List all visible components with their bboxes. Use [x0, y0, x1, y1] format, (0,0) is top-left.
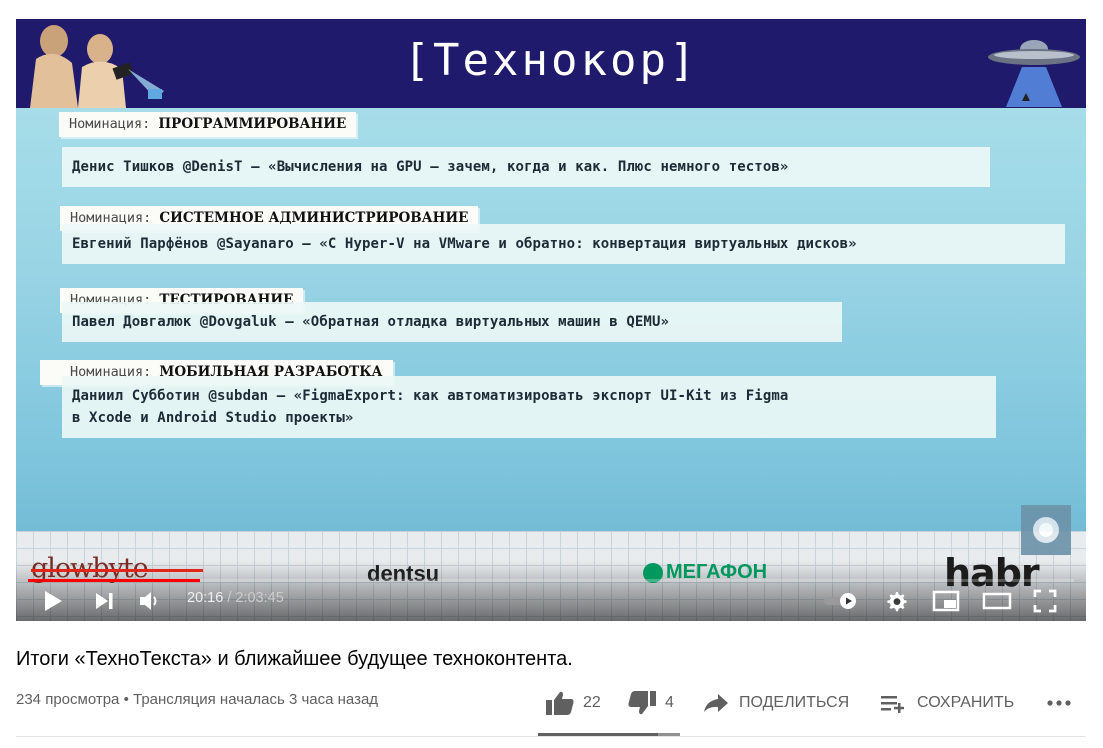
ufo-icon: [988, 40, 1080, 107]
like-button[interactable]: 22: [545, 685, 601, 721]
fullscreen-button[interactable]: [1033, 581, 1061, 621]
miniplayer-button[interactable]: [932, 581, 962, 621]
next-icon: [96, 593, 113, 609]
thumbs-up-icon: [546, 691, 574, 715]
theater-mode-button[interactable]: [982, 581, 1014, 621]
progress-overlap-line: [31, 569, 203, 572]
miniplayer-icon: [932, 590, 960, 612]
slide-title: [Технокор]: [403, 35, 699, 86]
like-dislike-ratio-bar: [538, 733, 680, 736]
nomination-entry: Даниил Субботин @subdan — «FigmaExport: …: [62, 376, 996, 438]
dislike-count: 4: [665, 694, 674, 711]
nomination-entry: Денис Тишков @DenisT — «Вычисления на GP…: [62, 147, 990, 187]
theater-icon: [982, 592, 1012, 610]
nomination-entry: Павел Довгалюк @Dovgaluk — «Обратная отл…: [62, 302, 842, 342]
divider: [16, 736, 1086, 737]
share-button[interactable]: ПОДЕЛИТЬСЯ: [703, 685, 849, 721]
autoplay-toggle-icon: [824, 593, 856, 609]
watermark-icon: [1033, 517, 1059, 543]
nomination-entry-line: Даниил Субботин @subdan — «FigmaExport: …: [72, 388, 789, 404]
next-button[interactable]: [94, 581, 124, 621]
slide-header: [Технокор]: [16, 19, 1086, 108]
volume-icon: [140, 592, 157, 610]
meta-separator: •: [123, 691, 129, 708]
nomination-category: ПРОГРАММИРОВАНИЕ: [158, 116, 347, 132]
nomination-entry-line: Павел Довгалюк @Dovgaluk — «Обратная отл…: [72, 314, 670, 330]
volume-button[interactable]: [138, 581, 168, 621]
time-display: 20:16 / 2:03:45: [187, 590, 284, 606]
like-ratio-fill: [538, 733, 659, 736]
video-title: Итоги «ТехноТекста» и ближайшее будущее …: [16, 648, 573, 670]
autoplay-toggle[interactable]: [823, 581, 863, 621]
more-actions-button[interactable]: [1046, 685, 1074, 721]
nomination-entry-line: Денис Тишков @DenisT — «Вычисления на GP…: [72, 159, 789, 175]
player-controls: 20:16 / 2:03:45: [16, 581, 1086, 621]
dislike-button[interactable]: 4: [627, 685, 674, 721]
play-icon: [45, 591, 62, 611]
current-time: 20:16: [187, 590, 224, 606]
nomination-entry: Евгений Парфёнов @Sayanaro — «С Hyper-V …: [62, 224, 1065, 264]
video-player[interactable]: [Технокор] Номинация: ПРОГРАММИРОВАНИЕ Д…: [16, 19, 1086, 621]
gear-icon: [887, 592, 907, 612]
channel-watermark[interactable]: [1021, 505, 1071, 555]
nomination-entry-line: в Xcode и Android Studio проекты»: [72, 410, 354, 426]
save-button[interactable]: СОХРАНИТЬ: [879, 685, 1014, 721]
thumbs-down-icon: [628, 691, 656, 715]
share-icon: [704, 694, 728, 712]
duration: 2:03:45: [235, 590, 284, 606]
nomination-label: Номинация: ПРОГРАММИРОВАНИЕ: [59, 112, 357, 137]
share-label: ПОДЕЛИТЬСЯ: [739, 694, 850, 711]
fullscreen-icon: [1033, 589, 1057, 613]
stream-start-time: Трансляция началась 3 часа назад: [133, 691, 379, 708]
settings-button[interactable]: [884, 581, 912, 621]
playlist-add-icon: [881, 696, 904, 713]
time-separator: /: [227, 590, 232, 606]
view-count: 234 просмотра: [16, 691, 120, 708]
nomination-prefix: Номинация:: [69, 116, 151, 132]
slide-body: Номинация: ПРОГРАММИРОВАНИЕ Денис Тишков…: [16, 108, 1086, 531]
video-meta: 234 просмотра • Трансляция началась 3 ча…: [16, 691, 378, 708]
like-count: 22: [583, 694, 601, 711]
nomination-entry-line: Евгений Парфёнов @Sayanaro — «С Hyper-V …: [72, 236, 857, 252]
play-button[interactable]: [42, 581, 72, 621]
more-horizontal-icon: [1047, 700, 1071, 706]
save-label: СОХРАНИТЬ: [917, 694, 1015, 711]
